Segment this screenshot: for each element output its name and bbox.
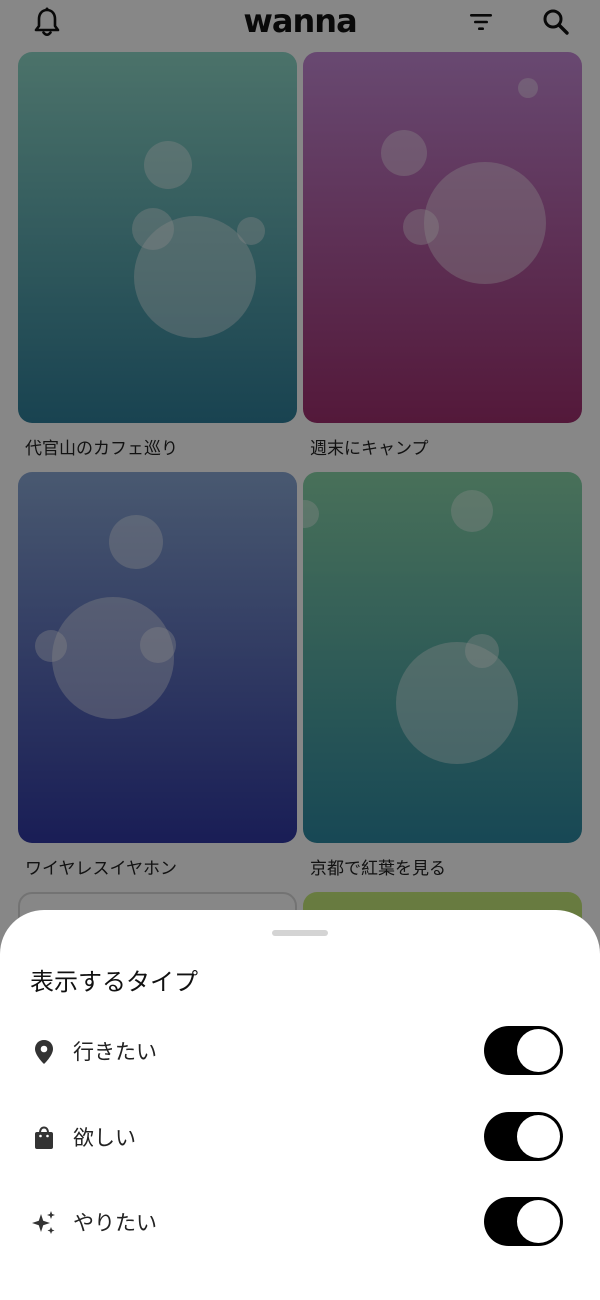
screen: wanna 代官山のカフェ巡り 週末にキャンプ ワイヤレスイヤホン 京都で紅葉を…: [0, 0, 600, 1300]
sparkles-icon: [30, 1209, 58, 1237]
go-toggle[interactable]: [484, 1026, 563, 1075]
toggle-knob: [517, 1029, 560, 1072]
location-pin-icon: [30, 1038, 58, 1066]
type-option-row: 欲しい: [0, 1106, 600, 1166]
type-option-row: 行きたい: [0, 1020, 600, 1080]
bottom-sheet: 表示するタイプ 行きたい 欲しい やりたい: [0, 910, 600, 1300]
shopping-bag-icon: [30, 1124, 58, 1152]
option-label: やりたい: [73, 1211, 157, 1235]
option-label: 行きたい: [73, 1040, 157, 1064]
type-option-row: やりたい: [0, 1191, 600, 1251]
drag-handle[interactable]: [272, 930, 328, 936]
want-toggle[interactable]: [484, 1112, 563, 1161]
do-toggle[interactable]: [484, 1197, 563, 1246]
option-label: 欲しい: [73, 1126, 136, 1150]
toggle-knob: [517, 1115, 560, 1158]
sheet-title: 表示するタイプ: [30, 968, 198, 996]
toggle-knob: [517, 1200, 560, 1243]
